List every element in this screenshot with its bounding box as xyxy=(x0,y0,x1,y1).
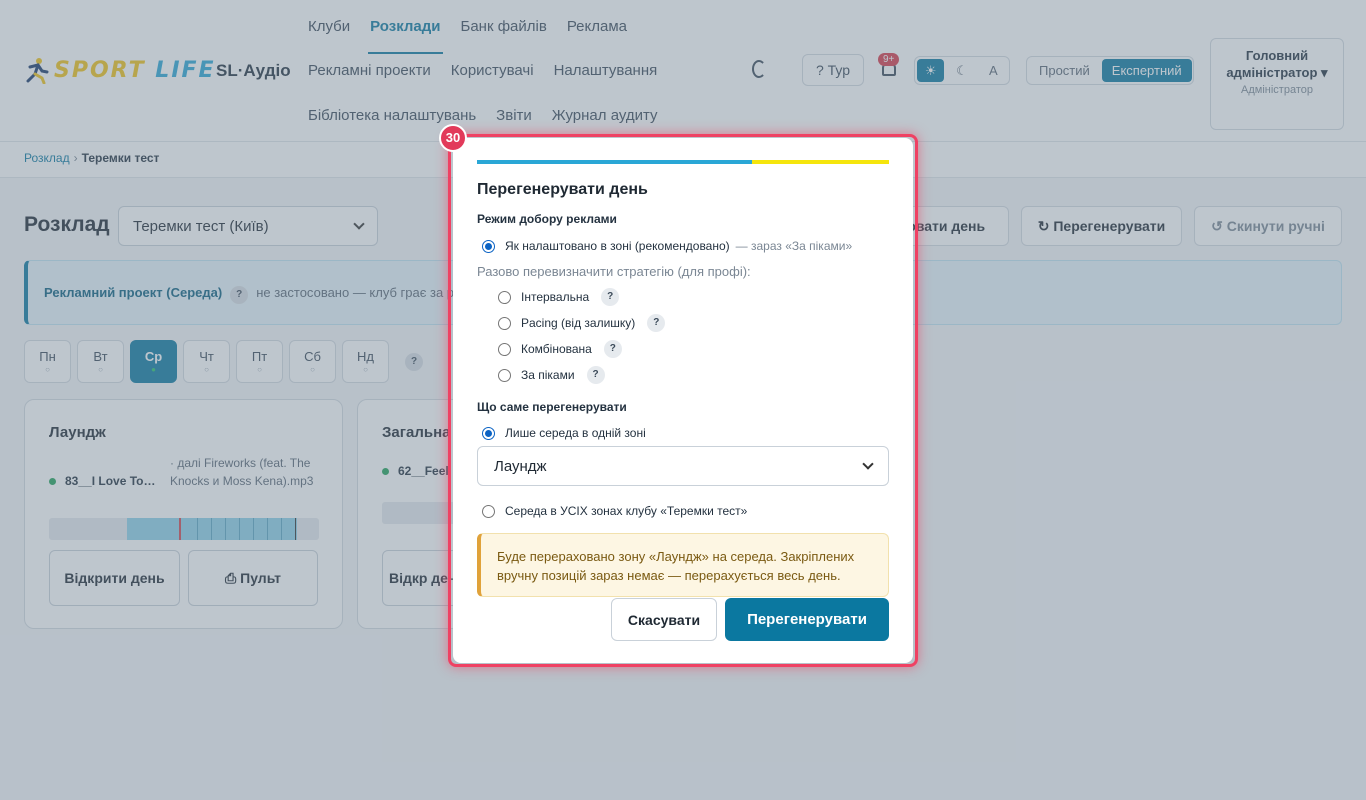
radio[interactable] xyxy=(482,504,495,518)
scope-one-zone-option[interactable]: Лише середа в одній зоні xyxy=(482,426,646,440)
confirm-regenerate-button[interactable]: Перегенерувати xyxy=(725,598,889,641)
warning-message: Буде перераховано зону «Лаундж» на серед… xyxy=(477,533,889,597)
strategy-combined-option[interactable]: Комбінована? xyxy=(498,340,622,358)
ukraine-flag-stripe xyxy=(477,160,889,164)
zone-select-value: Лаундж xyxy=(494,457,547,475)
scope-all-zones-option[interactable]: Середа в УСІХ зонах клубу «Теремки тест» xyxy=(482,504,747,518)
zone-select[interactable]: Лаундж xyxy=(477,446,889,486)
mode-default-option[interactable]: Як налаштовано в зоні (рекомендовано) — з… xyxy=(482,239,852,253)
strategy-interval-option[interactable]: Інтервальна? xyxy=(498,288,620,306)
help-icon[interactable]: ? xyxy=(601,288,620,306)
scope-heading: Що саме перегенерувати xyxy=(477,400,627,414)
cancel-button[interactable]: Скасувати xyxy=(611,598,717,641)
tour-step-badge: 30 xyxy=(439,124,467,152)
regen-day-dialog: Перегенерувати день Режим добору реклами… xyxy=(453,138,913,663)
radio[interactable] xyxy=(498,368,511,382)
help-icon[interactable]: ? xyxy=(603,340,622,358)
strategy-peaks-option[interactable]: За піками? xyxy=(498,366,605,384)
override-hint: Разово перевизначити стратегію (для проф… xyxy=(477,264,751,279)
help-icon[interactable]: ? xyxy=(586,366,605,384)
strategy-pacing-option[interactable]: Pacing (від залишку)? xyxy=(498,314,666,332)
dialog-title: Перегенерувати день xyxy=(477,181,648,198)
radio[interactable] xyxy=(498,316,511,330)
chevron-down-icon xyxy=(862,458,874,470)
radio[interactable] xyxy=(498,290,511,304)
radio-checked[interactable] xyxy=(482,239,495,253)
help-icon[interactable]: ? xyxy=(647,314,666,332)
radio-checked[interactable] xyxy=(482,426,495,440)
radio[interactable] xyxy=(498,342,511,356)
mode-heading: Режим добору реклами xyxy=(477,212,617,226)
